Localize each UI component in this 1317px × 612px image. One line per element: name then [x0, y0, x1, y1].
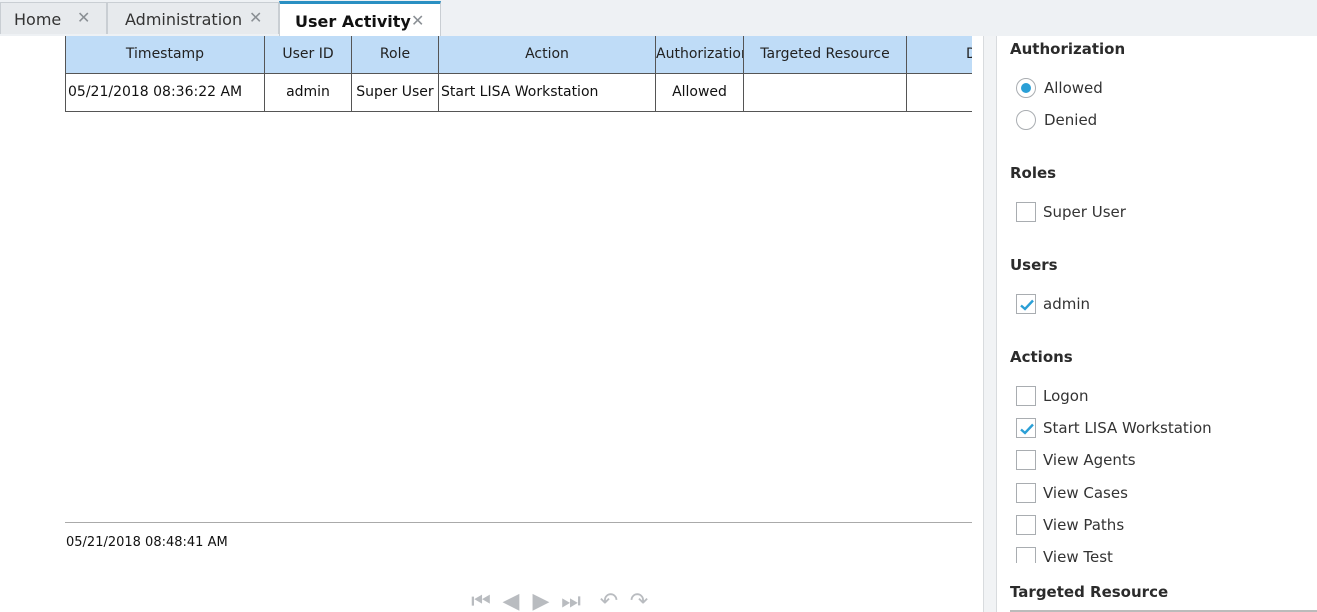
- activity-grid: Timestamp User ID Role Action Authorizat…: [65, 36, 972, 112]
- close-icon[interactable]: ✕: [249, 8, 262, 27]
- checkbox-icon[interactable]: [1016, 547, 1036, 563]
- checkbox-action-view-paths-label: View Paths: [1043, 516, 1125, 534]
- checkbox-icon[interactable]: [1016, 515, 1036, 535]
- checkbox-icon[interactable]: [1016, 450, 1036, 470]
- tab-administration-label: Administration: [125, 10, 243, 29]
- checkbox-action-view-test-label: View Test: [1043, 548, 1113, 563]
- checkbox-action-view-cases[interactable]: View Cases: [1016, 481, 1128, 505]
- checkbox-action-view-test[interactable]: View Test: [1016, 545, 1113, 563]
- checkbox-action-view-paths[interactable]: View Paths: [1016, 513, 1124, 537]
- footer-timestamp: 05/21/2018 08:48:41 AM: [66, 535, 228, 550]
- pager: ⏮ ◀ ▶ ⏭ ↶ ↷: [470, 592, 650, 612]
- last-page-icon[interactable]: ⏭: [560, 592, 582, 612]
- cell-authorization: Allowed: [655, 72, 744, 112]
- activity-table: Timestamp User ID Role Action Authorizat…: [65, 36, 972, 112]
- radio-denied[interactable]: Denied: [1016, 108, 1097, 132]
- cell-action: Start LISA Workstation: [438, 72, 656, 112]
- checkbox-icon[interactable]: [1016, 386, 1036, 406]
- redo-icon[interactable]: ↷: [628, 592, 650, 612]
- checkbox-icon[interactable]: [1016, 483, 1036, 503]
- actions-list-clip: View Test: [998, 545, 1317, 563]
- tab-bar: Home ✕ Administration ✕ User Activity ✕: [0, 0, 1317, 36]
- checkbox-icon[interactable]: [1016, 202, 1036, 222]
- checkbox-role-super-user-label: Super User: [1043, 203, 1126, 221]
- checkmark-icon[interactable]: [1016, 294, 1036, 314]
- radio-allowed[interactable]: Allowed: [1016, 76, 1103, 100]
- checkbox-role-super-user[interactable]: Super User: [1016, 200, 1126, 224]
- column-header-action[interactable]: Action: [438, 36, 656, 74]
- column-header-role[interactable]: Role: [351, 36, 439, 74]
- table-header-row: Timestamp User ID Role Action Authorizat…: [65, 36, 972, 74]
- column-header-timestamp[interactable]: Timestamp: [65, 36, 265, 74]
- checkbox-action-logon[interactable]: Logon: [1016, 384, 1088, 408]
- panel-splitter[interactable]: [983, 36, 997, 612]
- table-row[interactable]: 05/21/2018 08:36:22 AM admin Super User …: [65, 72, 972, 112]
- checkbox-user-admin-label: admin: [1043, 295, 1090, 313]
- footer-divider: [65, 522, 972, 523]
- radio-denied-label: Denied: [1044, 111, 1098, 129]
- column-header-d[interactable]: D: [906, 36, 972, 74]
- tab-home[interactable]: Home ✕: [0, 2, 107, 34]
- radio-selected-icon[interactable]: [1016, 78, 1036, 98]
- targeted-resource-title: Targeted Resource: [1010, 583, 1169, 601]
- authorization-title: Authorization: [1010, 40, 1126, 58]
- column-header-targeted-resource[interactable]: Targeted Resource: [743, 36, 907, 74]
- checkbox-action-view-agents-label: View Agents: [1043, 451, 1136, 469]
- checkbox-action-start-lisa-workstation-label: Start LISA Workstation: [1043, 419, 1212, 437]
- first-page-icon[interactable]: ⏮: [470, 592, 492, 612]
- checkbox-action-start-lisa-workstation[interactable]: Start LISA Workstation: [1016, 416, 1212, 440]
- checkmark-icon[interactable]: [1016, 418, 1036, 438]
- column-header-user-id[interactable]: User ID: [264, 36, 352, 74]
- roles-title: Roles: [1010, 164, 1057, 182]
- actions-title: Actions: [1010, 348, 1073, 366]
- previous-page-icon[interactable]: ◀: [500, 592, 522, 612]
- undo-icon[interactable]: ↶: [598, 592, 620, 612]
- grid-bottom-border: [65, 111, 972, 112]
- tab-user-activity-label: User Activity: [295, 12, 411, 31]
- radio-unselected-icon[interactable]: [1016, 110, 1036, 130]
- cell-user-id: admin: [264, 72, 352, 112]
- checkbox-action-view-agents[interactable]: View Agents: [1016, 448, 1136, 472]
- users-title: Users: [1010, 256, 1058, 274]
- tab-user-activity[interactable]: User Activity ✕: [279, 1, 441, 36]
- tab-administration[interactable]: Administration ✕: [107, 2, 279, 34]
- next-page-icon[interactable]: ▶: [530, 592, 552, 612]
- checkbox-action-logon-label: Logon: [1043, 387, 1089, 405]
- close-icon[interactable]: ✕: [411, 11, 424, 30]
- cell-targeted-resource: [743, 72, 907, 112]
- filter-panel: Authorization Allowed Denied Roles Super…: [998, 36, 1317, 612]
- tab-home-label: Home: [14, 10, 62, 29]
- cell-role: Super User: [351, 72, 439, 112]
- column-header-authorization[interactable]: Authorization: [655, 36, 744, 74]
- radio-allowed-label: Allowed: [1044, 79, 1103, 97]
- checkbox-user-admin[interactable]: admin: [1016, 292, 1090, 316]
- cell-timestamp: 05/21/2018 08:36:22 AM: [65, 72, 265, 112]
- checkbox-action-view-cases-label: View Cases: [1043, 484, 1128, 502]
- close-icon[interactable]: ✕: [77, 8, 90, 27]
- cell-d: [906, 72, 972, 112]
